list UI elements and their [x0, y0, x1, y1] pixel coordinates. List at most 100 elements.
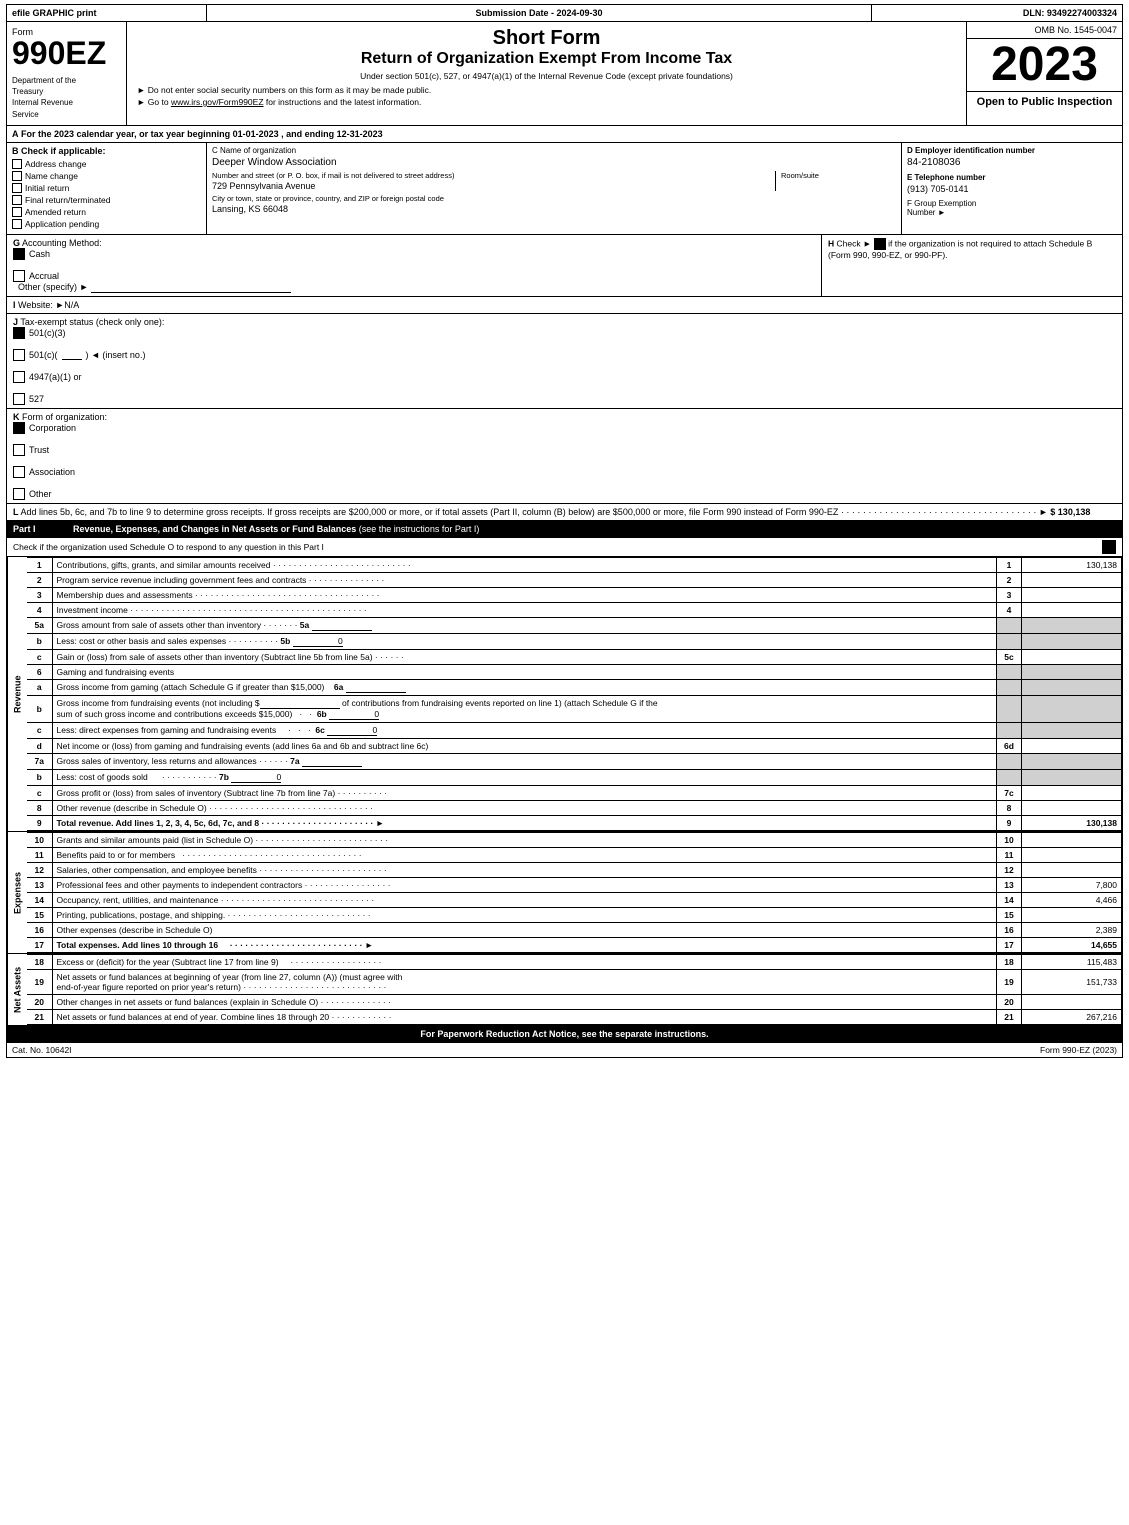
- assoc-option[interactable]: Association: [13, 466, 1116, 478]
- check-amended-return[interactable]: Amended return: [12, 207, 201, 217]
- checkbox-final-return[interactable]: [12, 195, 22, 205]
- checkbox-initial-return[interactable]: [12, 183, 22, 193]
- row-val-12: [1022, 862, 1122, 877]
- checkbox-amended-return[interactable]: [12, 207, 22, 217]
- section-h-checkbox[interactable]: [874, 238, 886, 250]
- assoc-checkbox[interactable]: [13, 466, 25, 478]
- checkbox-name-change[interactable]: [12, 171, 22, 181]
- check-application-pending[interactable]: Application pending: [12, 219, 201, 229]
- table-row: 17 Total expenses. Add lines 10 through …: [27, 937, 1122, 952]
- check-final-return[interactable]: Final return/terminated: [12, 195, 201, 205]
- check-initial-return[interactable]: Initial return: [12, 183, 201, 193]
- cash-label: Cash: [29, 249, 50, 259]
- row-num-6: 6: [27, 664, 52, 679]
- trust-option[interactable]: Trust: [13, 444, 1116, 456]
- row-desc-21: Net assets or fund balances at end of ye…: [52, 1009, 997, 1024]
- row-val-13: 7,800: [1022, 877, 1122, 892]
- accrual-option[interactable]: Accrual: [13, 270, 815, 282]
- revenue-side-label: Revenue: [7, 557, 27, 831]
- table-row: d Net income or (loss) from gaming and f…: [27, 738, 1122, 753]
- address-field-label: Number and street (or P. O. box, if mail…: [212, 171, 770, 180]
- row-linenum-17: 17: [997, 937, 1022, 952]
- dln-number: DLN: 93492274003324: [872, 5, 1122, 21]
- row-linenum-13: 13: [997, 877, 1022, 892]
- row-desc-5a: Gross amount from sale of assets other t…: [52, 617, 997, 633]
- c3-option[interactable]: 501(c)(3): [13, 327, 1116, 339]
- c4947-option[interactable]: 4947(a)(1) or: [13, 371, 1116, 383]
- section-j-label: J: [13, 317, 18, 327]
- row-desc-19: Net assets or fund balances at beginning…: [52, 969, 997, 994]
- section-j-text: Tax-exempt status (check only one):: [20, 317, 164, 327]
- accrual-checkbox[interactable]: [13, 270, 25, 282]
- irs-link[interactable]: www.irs.gov/Form990EZ: [171, 97, 264, 107]
- section-k: K Form of organization: Corporation Trus…: [6, 409, 1123, 504]
- trust-checkbox[interactable]: [13, 444, 25, 456]
- tel-label: E Telephone number: [907, 173, 1117, 182]
- row-desc-7b: Less: cost of goods sold · · · · · · · ·…: [52, 769, 997, 785]
- row-val-6d: [1022, 738, 1122, 753]
- row-num-5a: 5a: [27, 617, 52, 633]
- row-desc-2: Program service revenue including govern…: [52, 572, 997, 587]
- row-num-14: 14: [27, 892, 52, 907]
- c4947-checkbox[interactable]: [13, 371, 25, 383]
- section-g-text: Accounting Method:: [22, 238, 102, 248]
- row-num-15: 15: [27, 907, 52, 922]
- cash-option[interactable]: Cash: [13, 248, 815, 260]
- row-num-3: 3: [27, 587, 52, 602]
- net-assets-side-label: Net Assets: [7, 954, 27, 1025]
- row-num-5b: b: [27, 633, 52, 649]
- c527-checkbox[interactable]: [13, 393, 25, 405]
- center-header: Short Form Return of Organization Exempt…: [127, 22, 967, 125]
- section-i: I Website: ►N/A: [6, 297, 1123, 314]
- section-k-text: Form of organization:: [22, 412, 107, 422]
- cc-option[interactable]: 501(c)( ) ◄ (insert no.): [13, 349, 1116, 361]
- other-org-option[interactable]: Other: [13, 488, 1116, 500]
- row-desc-4: Investment income · · · · · · · · · · · …: [52, 602, 997, 617]
- check-address-change[interactable]: Address change: [12, 159, 201, 169]
- corp-checkbox[interactable]: [13, 422, 25, 434]
- ein-value: 84-2108036: [907, 157, 1117, 168]
- row-linenum-10: 10: [997, 832, 1022, 847]
- cc-checkbox[interactable]: [13, 349, 25, 361]
- table-row: 13 Professional fees and other payments …: [27, 877, 1122, 892]
- table-row: a Gross income from gaming (attach Sched…: [27, 679, 1122, 695]
- corp-option[interactable]: Corporation: [13, 422, 1116, 434]
- c4947-label: 4947(a)(1) or: [29, 372, 82, 382]
- row-linenum-6d: 6d: [997, 738, 1022, 753]
- other-org-checkbox[interactable]: [13, 488, 25, 500]
- row-num-17: 17: [27, 937, 52, 952]
- address-right: Room/suite: [776, 171, 896, 191]
- checkbox-application-pending[interactable]: [12, 219, 22, 229]
- c527-option[interactable]: 527: [13, 393, 1116, 405]
- check-name-change[interactable]: Name change: [12, 171, 201, 181]
- row-num-18: 18: [27, 954, 52, 969]
- c527-label: 527: [29, 394, 44, 404]
- bullet1: ► Do not enter social security numbers o…: [137, 85, 956, 95]
- row-linenum-12: 12: [997, 862, 1022, 877]
- table-row: 21 Net assets or fund balances at end of…: [27, 1009, 1122, 1024]
- c3-checkbox[interactable]: [13, 327, 25, 339]
- expenses-side-label: Expenses: [7, 832, 27, 953]
- address-change-label: Address change: [25, 159, 86, 169]
- row-num-20: 20: [27, 994, 52, 1009]
- row-val-9: 130,138: [1022, 815, 1122, 830]
- checkbox-address-change[interactable]: [12, 159, 22, 169]
- row-desc-1: Contributions, gifts, grants, and simila…: [52, 557, 997, 572]
- row-desc-3: Membership dues and assessments · · · · …: [52, 587, 997, 602]
- row-linenum-8: 8: [997, 800, 1022, 815]
- under-section: Under section 501(c), 527, or 4947(a)(1)…: [137, 71, 956, 81]
- row-num-6a: a: [27, 679, 52, 695]
- initial-return-label: Initial return: [25, 183, 69, 193]
- corp-label: Corporation: [29, 423, 76, 433]
- schedule-o-checkbox[interactable]: [1102, 540, 1116, 554]
- net-assets-table: 18 Excess or (deficit) for the year (Sub…: [27, 954, 1122, 1025]
- right-header: OMB No. 1545-0047 2023 Open to Public In…: [967, 22, 1122, 125]
- cash-checkbox[interactable]: [13, 248, 25, 260]
- revenue-table: 1 Contributions, gifts, grants, and simi…: [27, 557, 1122, 831]
- row-val-11: [1022, 847, 1122, 862]
- row-val-6a: [1022, 679, 1122, 695]
- net-assets-content: 18 Excess or (deficit) for the year (Sub…: [27, 954, 1122, 1025]
- table-row: 15 Printing, publications, postage, and …: [27, 907, 1122, 922]
- table-row: b Less: cost or other basis and sales ex…: [27, 633, 1122, 649]
- row-num-16: 16: [27, 922, 52, 937]
